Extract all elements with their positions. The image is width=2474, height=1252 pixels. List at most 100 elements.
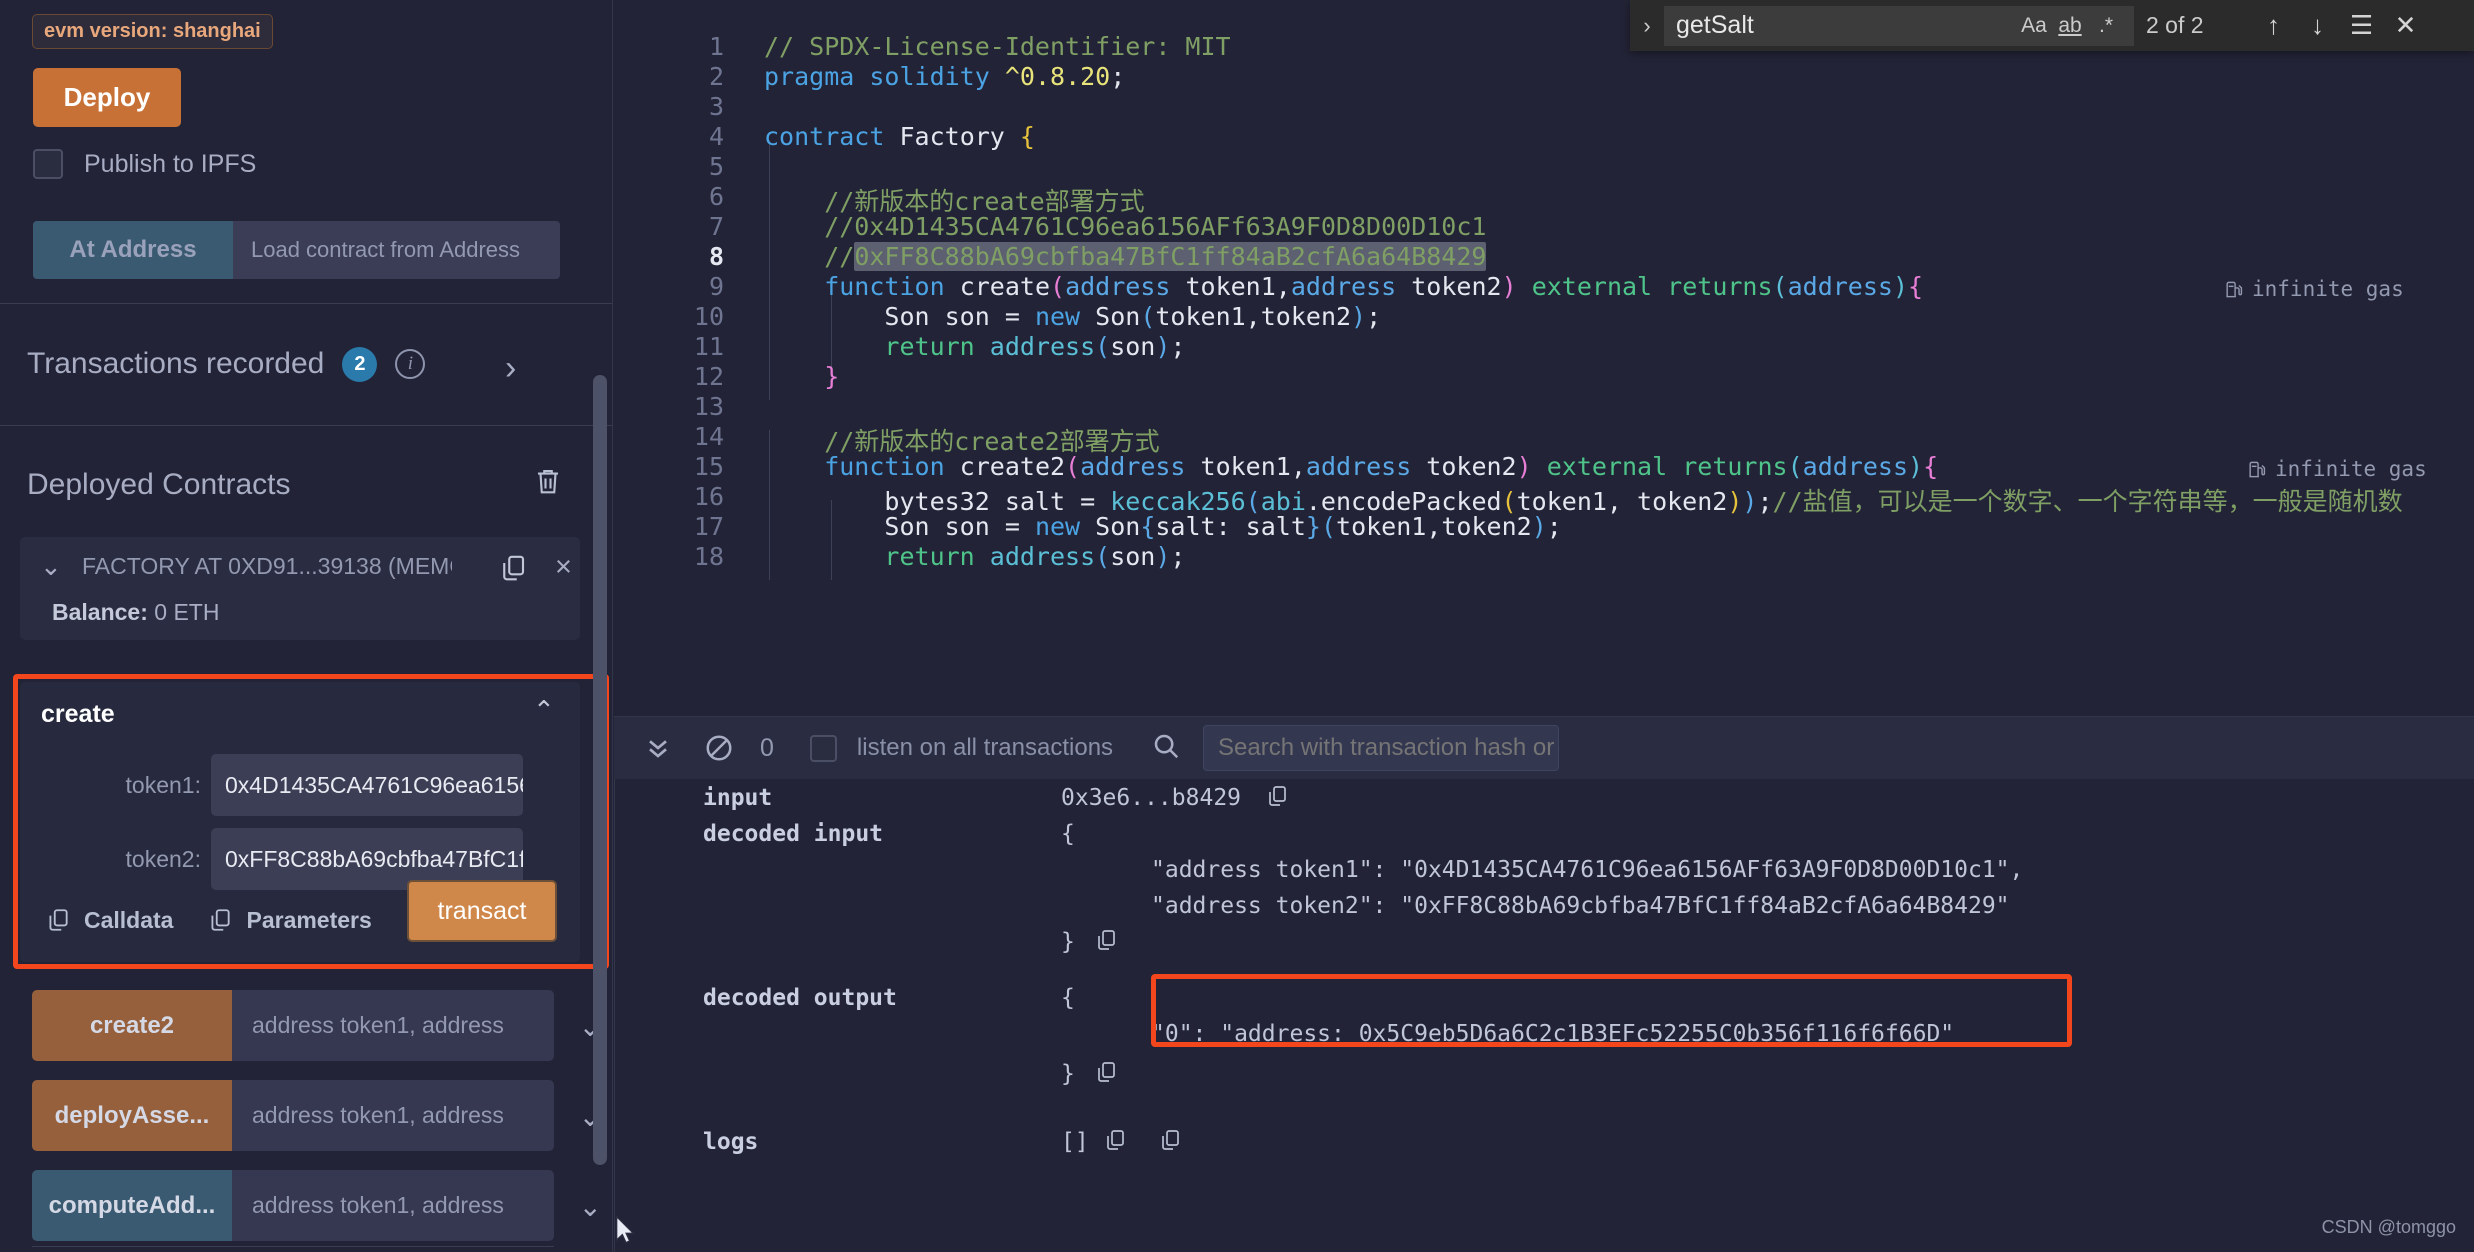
find-next-icon[interactable]: ↓ <box>2296 10 2340 41</box>
log-key-decoded-output: decoded output <box>703 985 897 1011</box>
close-contract-icon[interactable]: × <box>555 551 572 584</box>
parameters-label: Parameters <box>246 907 371 934</box>
function-button-deployasset[interactable]: deployAsse... <box>32 1080 232 1151</box>
copy-calldata-button[interactable]: Calldata <box>45 906 173 934</box>
transaction-search-input[interactable] <box>1203 725 1559 771</box>
function-args-create2[interactable]: address token1, address <box>232 990 554 1061</box>
transact-button[interactable]: transact <box>407 880 557 942</box>
match-case-icon[interactable]: Aa <box>2016 14 2052 38</box>
copy-logs-raw-icon[interactable] <box>1158 1127 1182 1158</box>
function-args-deployasset[interactable]: address token1, address <box>232 1080 554 1151</box>
code-line-7: //0x4D1435CA4761C96ea6156AFf63A9F0D8D00D… <box>764 212 1486 241</box>
copy-decoded-input-icon[interactable] <box>1094 927 1118 958</box>
whole-word-icon[interactable]: ab <box>2052 14 2088 38</box>
load-contract-address-input[interactable]: Load contract from Address <box>233 221 560 279</box>
function-button-create2[interactable]: create2 <box>32 990 232 1061</box>
terminal-toolbar: 0 listen on all transactions <box>614 717 2474 779</box>
clear-console-icon[interactable] <box>704 733 734 763</box>
find-in-selection-icon[interactable]: ☰ <box>2340 10 2384 41</box>
log-value-output-address: "0": "address: 0x5C9eb5D6a6C2c1B3EFc5225… <box>1151 1021 1954 1047</box>
sidebar-scrollbar[interactable] <box>593 375 607 1165</box>
listen-on-all-transactions-checkbox[interactable] <box>810 735 837 762</box>
line-number: 14 <box>614 422 724 451</box>
code-line-11: return address(son); <box>764 332 1185 361</box>
find-expand-icon[interactable]: › <box>1630 13 1664 39</box>
at-address-button[interactable]: At Address <box>33 221 233 279</box>
code-line-12: } <box>764 362 839 391</box>
chevron-down-icon[interactable]: ⌄ <box>579 1190 602 1223</box>
function-row-deployasset: deployAsse... address token1, address ⌄ <box>32 1080 554 1151</box>
copy-logs-icon[interactable] <box>1103 1127 1127 1158</box>
gas-estimate-line15: infinite gas <box>2247 457 2427 481</box>
copy-input-icon[interactable] <box>1265 783 1289 814</box>
info-icon[interactable]: i <box>395 349 425 379</box>
copy-decoded-output-icon[interactable] <box>1094 1059 1118 1090</box>
create-function-panel: create ⌃ token1: token2: Calldata Parame… <box>20 682 580 962</box>
find-input[interactable] <box>1664 11 2016 40</box>
line-number: 16 <box>614 482 724 511</box>
log-value-token2: "address token2": "0xFF8C88bA69cbfba47Bf… <box>1151 893 2010 919</box>
mouse-cursor <box>614 1215 636 1250</box>
regex-icon[interactable]: .* <box>2088 14 2124 38</box>
find-widget: › Aa ab .* 2 of 2 ↑ ↓ ☰ ✕ <box>1630 0 2474 51</box>
deployed-contract-card: ⌄ FACTORY AT 0XD91...39138 (MEMO × Balan… <box>20 537 580 640</box>
copy-parameters-button[interactable]: Parameters <box>207 906 371 934</box>
create-function-actions: Calldata Parameters <box>45 906 406 934</box>
line-number: 4 <box>614 122 724 151</box>
param-input-token1[interactable] <box>211 754 523 816</box>
find-match-count: 2 of 2 <box>2146 12 2204 39</box>
chevron-down-icon[interactable]: ⌄ <box>40 551 82 582</box>
divider-bottom <box>32 1246 554 1247</box>
find-options: Aa ab .* <box>2016 14 2124 38</box>
log-value-decoded-close: } <box>1061 929 1075 955</box>
log-key-decoded-input: decoded input <box>703 821 883 847</box>
balance-value: 0 ETH <box>154 599 219 625</box>
close-find-icon[interactable]: ✕ <box>2384 10 2428 41</box>
code-editor[interactable]: 1 2 3 4 5 6 7 8 9 10 11 12 13 14 15 16 1… <box>614 0 2474 716</box>
trash-icon[interactable] <box>533 465 563 502</box>
transactions-recorded-section: Transactions recorded 2 i › <box>0 303 613 425</box>
search-icon <box>1151 731 1181 766</box>
publish-to-ipfs-checkbox[interactable] <box>33 149 63 179</box>
line-number: 15 <box>614 452 724 481</box>
line-number: 11 <box>614 332 724 361</box>
line-number: 8 <box>614 242 724 271</box>
param-row-token1: token1: <box>20 754 523 816</box>
deployed-contracts-header: Deployed Contracts <box>0 455 613 515</box>
publish-to-ipfs-row[interactable]: Publish to IPFS <box>33 149 612 179</box>
chevron-right-icon[interactable]: › <box>505 349 516 388</box>
listen-on-all-transactions-label: listen on all transactions <box>857 734 1113 762</box>
deployed-contract-header[interactable]: ⌄ FACTORY AT 0XD91...39138 (MEMO × <box>20 537 580 595</box>
copy-address-icon[interactable] <box>498 552 528 589</box>
collapse-terminal-icon[interactable] <box>642 732 674 764</box>
gas-label: infinite gas <box>2252 277 2404 301</box>
at-address-row: At Address Load contract from Address <box>33 221 560 279</box>
contract-balance-row: Balance: 0 ETH <box>20 595 580 640</box>
transactions-recorded-badge: 2 <box>342 347 377 382</box>
line-number: 13 <box>614 392 724 421</box>
find-previous-icon[interactable]: ↑ <box>2252 10 2296 41</box>
line-number: 5 <box>614 152 724 181</box>
chevron-up-icon[interactable]: ⌃ <box>533 695 555 726</box>
line-number: 1 <box>614 32 724 61</box>
line-number: 17 <box>614 512 724 541</box>
gas-label: infinite gas <box>2275 457 2427 481</box>
transactions-recorded-label: Transactions recorded <box>27 347 324 381</box>
deploy-button[interactable]: Deploy <box>33 68 181 127</box>
find-nav: ↑ ↓ ☰ ✕ <box>2252 10 2428 41</box>
watermark: CSDN @tomggo <box>2322 1217 2456 1238</box>
code-line-17: Son son = new Son{salt: salt}(token1,tok… <box>764 512 1562 541</box>
log-value-decoded-open: { <box>1061 821 1075 847</box>
code-line-18: return address(son); <box>764 542 1185 571</box>
function-button-computeaddress[interactable]: computeAdd... <box>32 1170 232 1241</box>
gas-estimate-line9: infinite gas <box>2224 277 2404 301</box>
log-value-output-open: { <box>1061 985 1075 1011</box>
line-number: 9 <box>614 272 724 301</box>
balance-label: Balance: <box>52 599 148 625</box>
log-value-output-close: } <box>1061 1061 1075 1087</box>
log-value-logs: [] <box>1061 1129 1089 1155</box>
pending-transactions-count: 0 <box>760 734 774 763</box>
line-number: 2 <box>614 62 724 91</box>
function-args-computeaddress[interactable]: address token1, address <box>232 1170 554 1241</box>
param-label-token2: token2: <box>20 846 211 873</box>
